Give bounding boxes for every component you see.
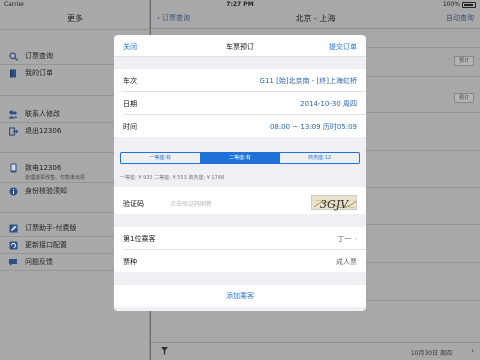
- sidebar-item-label: 更新接口配置: [25, 241, 67, 249]
- captcha-input[interactable]: 点击验证码刷新: [170, 199, 212, 208]
- date-label: 日期: [123, 100, 137, 108]
- captcha-label: 验证码: [123, 200, 144, 208]
- chevron-right-icon[interactable]: ›: [471, 347, 474, 355]
- modal-header: 关闭 车票预订 提交订单: [114, 35, 366, 57]
- book-icon: [8, 68, 18, 78]
- divider: [0, 29, 150, 30]
- book-button[interactable]: 预订: [454, 93, 474, 103]
- train-row: 车次 G11 [始]北京南 - [终]上海虹桥: [114, 69, 366, 91]
- page-title: 北京 - 上海: [295, 14, 336, 23]
- captcha-text: 3GJV: [320, 198, 349, 211]
- battery-icon: [462, 1, 476, 8]
- train-value: G11 [始]北京南 - [终]上海虹桥: [259, 77, 357, 85]
- book-button[interactable]: 预订: [454, 56, 474, 66]
- section-gap: [114, 214, 366, 227]
- status-bar: Carrier 7:27 PM 100%: [0, 0, 480, 9]
- nav-bar: ‹ 订票查询 北京 - 上海 自动查询: [151, 9, 480, 29]
- logout-icon: [8, 126, 18, 136]
- date-row: 日期 2014-10-30 周四: [114, 92, 366, 114]
- search-icon: [8, 51, 18, 61]
- ticket-type-row[interactable]: 票种 成人票: [114, 250, 366, 272]
- sidebar-item-label: 致电12306: [25, 164, 62, 172]
- info-icon: [8, 186, 18, 196]
- sidebar-item-label: 订票助手-付费版: [25, 224, 77, 232]
- seat-option-business-class[interactable]: 商务座:12: [280, 153, 359, 163]
- auto-query-button[interactable]: 自动查询: [446, 13, 474, 23]
- sidebar-item-label: 身份核验须知: [25, 187, 67, 195]
- passenger-value: 丁一: [337, 235, 352, 243]
- seat-prices: 一等座: ¥ 933 二等座: ¥ 553 商务座: ¥ 1748: [120, 175, 225, 181]
- ticket-type-label: 票种: [123, 258, 137, 266]
- captcha-image[interactable]: 3GJV: [311, 195, 357, 211]
- section-gap: [114, 307, 366, 311]
- time-label: 时间: [123, 123, 137, 131]
- selected-date[interactable]: 10月30日 周四: [411, 348, 452, 357]
- sidebar-item-label: 联系人修改: [25, 110, 60, 118]
- sidebar-item-label: 订票查询: [25, 52, 53, 60]
- passenger-value-wrap: 丁一 ›: [337, 234, 357, 244]
- add-passenger-button[interactable]: 添加乘客: [114, 285, 366, 307]
- time-value: 08:00 ~ 13:09 历时05:09: [269, 123, 357, 131]
- phone-icon: [8, 163, 18, 173]
- chat-icon: [8, 257, 18, 267]
- section-gap: [114, 272, 366, 285]
- sidebar-title: 更多: [67, 14, 83, 23]
- captcha-row: 验证码 点击验证码刷新 3GJV: [114, 192, 366, 214]
- sidebar-item-label: 退出12306: [25, 127, 62, 135]
- seat-class-segmented-control: 一等座:有 二等座:有 商务座:12: [120, 152, 360, 164]
- refresh-icon: [8, 240, 18, 250]
- seat-option-first-class[interactable]: 一等座:有: [121, 153, 201, 163]
- sidebar-item-label: 问题反馈: [25, 258, 53, 266]
- ticket-type-value: 成人票: [336, 258, 357, 266]
- sidebar-item-sublabel: 处理退票改签、付款未出票: [25, 175, 86, 181]
- sidebar-item-label: 我的订单: [25, 69, 53, 77]
- passenger-label: 第1位乘客: [123, 235, 156, 243]
- battery-percent: 100%: [442, 1, 460, 8]
- battery-indicator: 100%: [443, 1, 476, 8]
- bottom-toolbar: 10月30日 周四 ›: [151, 342, 480, 360]
- booking-modal: 关闭 车票预订 提交订单 车次 G11 [始]北京南 - [终]上海虹桥 日期 …: [114, 35, 366, 311]
- passenger-row[interactable]: 第1位乘客 丁一 ›: [114, 227, 366, 249]
- date-value: 2014-10-30 周四: [300, 100, 357, 108]
- contacts-icon: [8, 109, 18, 119]
- seat-option-second-class[interactable]: 二等座:有: [200, 153, 281, 163]
- clock: 7:27 PM: [226, 1, 254, 8]
- filter-icon[interactable]: [161, 347, 168, 357]
- train-label: 车次: [123, 77, 137, 85]
- edit-icon: [8, 223, 18, 233]
- chevron-right-icon: ›: [354, 235, 357, 243]
- time-row: 时间 08:00 ~ 13:09 历时05:09: [114, 115, 366, 137]
- submit-order-button[interactable]: 提交订单: [329, 42, 357, 52]
- section-gap: [114, 57, 366, 69]
